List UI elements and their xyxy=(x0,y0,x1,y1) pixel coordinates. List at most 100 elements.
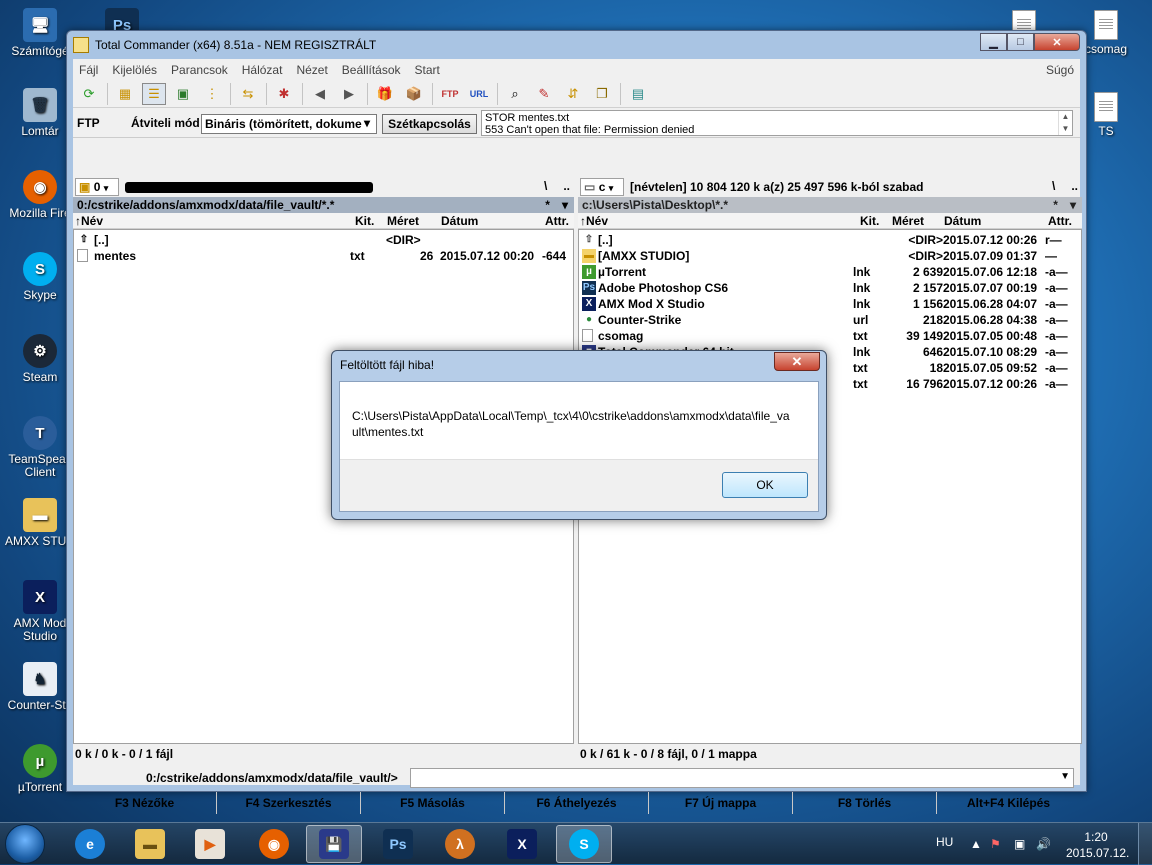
right-path-bar[interactable]: c:\Users\Pista\Desktop\*.* * ▾ xyxy=(578,197,1082,213)
col-date[interactable]: Dátum xyxy=(944,214,981,228)
language-indicator[interactable]: HU xyxy=(936,835,953,849)
f5-copy-button[interactable]: F5 Másolás xyxy=(361,792,505,814)
tree-view-icon[interactable]: ⋮ xyxy=(200,83,224,105)
root-button[interactable]: \ xyxy=(1052,179,1055,193)
history-dropdown-icon[interactable]: ▾ xyxy=(1070,198,1076,212)
left-drive-select[interactable]: ▣ 0 ▾ xyxy=(75,178,119,196)
col-attr[interactable]: Attr. xyxy=(1048,214,1072,228)
log-scrollbar[interactable]: ▲ ▼ xyxy=(1058,111,1072,135)
multi-rename-icon[interactable]: ✎ xyxy=(532,83,556,105)
minimize-button[interactable]: ▁ xyxy=(980,33,1007,51)
ftp-log[interactable]: STOR mentes.txt 553 Can't open that file… xyxy=(481,110,1073,136)
notepad-icon[interactable]: ▤ xyxy=(626,83,650,105)
list-item[interactable]: µ µTorrent lnk 2 639 2015.07.06 12:18 -a— xyxy=(579,264,1081,280)
f3-view-button[interactable]: F3 Nézőke xyxy=(73,792,217,814)
list-item[interactable]: ⇧ [..] <DIR> xyxy=(74,232,573,248)
network-icon[interactable]: ▣ xyxy=(1014,837,1025,851)
menu-select[interactable]: Kijelölés xyxy=(112,63,157,77)
taskbar-photoshop[interactable]: Ps xyxy=(370,825,426,863)
file-name: [AMXX STUDIO] xyxy=(598,249,690,263)
close-button[interactable]: ✕ xyxy=(1034,33,1080,51)
invert-selection-icon[interactable]: ⇆ xyxy=(236,83,260,105)
f8-delete-button[interactable]: F8 Törlés xyxy=(793,792,937,814)
col-date[interactable]: Dátum xyxy=(441,214,478,228)
refresh-icon[interactable]: ⟳ xyxy=(77,83,101,105)
file-date: 2015.06.28 04:07 xyxy=(943,297,1038,311)
menu-commands[interactable]: Parancsok xyxy=(171,63,228,77)
url-connect-icon[interactable]: URL xyxy=(467,83,491,105)
action-center-flag-icon[interactable]: ⚑ xyxy=(990,837,1001,851)
left-path-bar[interactable]: 0:/cstrike/addons/amxmodx/data/file_vaul… xyxy=(73,197,574,213)
find-binoculars-icon[interactable]: ⌕ xyxy=(503,83,527,105)
file-size: <DIR> xyxy=(908,249,943,263)
menu-start[interactable]: Start xyxy=(415,63,440,77)
disconnect-button[interactable]: Szétkapcsolás xyxy=(382,114,477,134)
col-ext[interactable]: Kit. xyxy=(355,214,374,228)
file-ext: txt xyxy=(350,249,365,263)
list-item[interactable]: ▬ [AMXX STUDIO] <DIR> 2015.07.09 01:37 — xyxy=(579,248,1081,264)
taskbar-media-player[interactable]: ▶ xyxy=(182,825,238,863)
history-dropdown-icon[interactable]: ▾ xyxy=(562,198,568,212)
parent-button[interactable]: .. xyxy=(563,179,570,193)
col-name[interactable]: ↑Név xyxy=(580,214,608,228)
title-bar[interactable]: Total Commander (x64) 8.51a - NEM REGISZ… xyxy=(67,31,1086,59)
transfer-mode-select[interactable]: Bináris (tömörített, dokume ▾ xyxy=(201,114,377,134)
ok-button[interactable]: OK xyxy=(722,472,808,498)
right-drive-label: c xyxy=(598,180,606,194)
taskbar-total-commander[interactable]: 💾 xyxy=(306,825,362,863)
list-item[interactable]: Ps Adobe Photoshop CS6 lnk 2 157 2015.07.07 … xyxy=(579,280,1081,296)
taskbar-explorer[interactable]: ▬ xyxy=(122,825,178,863)
pack-icon[interactable]: 🎁 xyxy=(373,83,397,105)
list-item[interactable]: csomag txt 39 149 2015.07.05 00:48 -a— xyxy=(579,328,1081,344)
f7-newfolder-button[interactable]: F7 Új mappa xyxy=(649,792,793,814)
taskbar-amx-studio[interactable]: X xyxy=(494,825,550,863)
col-attr[interactable]: Attr. xyxy=(545,214,569,228)
menu-help[interactable]: Súgó xyxy=(1046,63,1074,77)
col-size[interactable]: Méret xyxy=(892,214,924,228)
show-desktop-button[interactable] xyxy=(1138,823,1152,865)
maximize-button[interactable]: □ xyxy=(1007,33,1034,51)
list-item[interactable]: X AMX Mod X Studio lnk 1 156 2015.06.28 04:0… xyxy=(579,296,1081,312)
menu-network[interactable]: Hálózat xyxy=(242,63,283,77)
unpack-icon[interactable]: 📦 xyxy=(402,83,426,105)
altf4-exit-button[interactable]: Alt+F4 Kilépés xyxy=(937,792,1080,814)
brief-view-icon[interactable]: ▦ xyxy=(113,83,137,105)
col-ext[interactable]: Kit. xyxy=(860,214,879,228)
list-item[interactable]: ● Counter-Strike url 218 2015.06.28 04:38 -a— xyxy=(579,312,1081,328)
volume-icon[interactable]: 🔊 xyxy=(1036,837,1051,851)
col-name[interactable]: ↑Név xyxy=(75,214,103,228)
thumbnail-view-icon[interactable]: ▣ xyxy=(171,83,195,105)
command-input[interactable]: ▼ xyxy=(410,768,1074,788)
taskbar-ie[interactable]: e xyxy=(62,825,118,863)
file-attr: -a— xyxy=(1045,345,1068,359)
forward-arrow-icon[interactable]: ▶ xyxy=(337,83,361,105)
dialog-close-button[interactable]: ✕ xyxy=(774,352,820,371)
menu-settings[interactable]: Beállítások xyxy=(342,63,401,77)
computer-icon: 🖥 xyxy=(23,8,57,42)
taskbar-firefox[interactable]: ◉ xyxy=(246,825,302,863)
sync-dirs-icon[interactable]: ⇵ xyxy=(561,83,585,105)
ftp-connect-icon[interactable]: FTP xyxy=(438,83,462,105)
f4-edit-button[interactable]: F4 Szerkesztés xyxy=(217,792,361,814)
clock[interactable]: 1:20 2015.07.12. xyxy=(1066,829,1129,861)
full-view-icon[interactable]: ☰ xyxy=(142,82,166,105)
filter-star-icon[interactable]: * xyxy=(1053,198,1058,212)
parent-button[interactable]: .. xyxy=(1071,179,1078,193)
taskbar-half-life[interactable]: λ xyxy=(432,825,488,863)
taskbar-skype[interactable]: S xyxy=(556,825,612,863)
right-drive-select[interactable]: ▭ c ▾ xyxy=(580,178,624,196)
menu-file[interactable]: Fájl xyxy=(79,63,98,77)
root-button[interactable]: \ xyxy=(544,179,547,193)
f6-move-button[interactable]: F6 Áthelyezés xyxy=(505,792,649,814)
list-item[interactable]: mentes txt 26 2015.07.12 00:20 -644 xyxy=(74,248,573,264)
show-hidden-icons-icon[interactable]: ▲ xyxy=(970,837,982,851)
menu-view[interactable]: Nézet xyxy=(296,63,327,77)
select-all-icon[interactable]: ✱ xyxy=(272,83,296,105)
compare-icon[interactable]: ❐ xyxy=(590,83,614,105)
list-item[interactable]: ⇧ [..] <DIR> 2015.07.12 00:26 r— xyxy=(579,232,1081,248)
back-arrow-icon[interactable]: ◀ xyxy=(308,83,332,105)
chevron-down-icon: ▾ xyxy=(608,183,614,193)
start-button[interactable] xyxy=(5,824,45,864)
col-size[interactable]: Méret xyxy=(387,214,419,228)
filter-star-icon[interactable]: * xyxy=(545,198,550,212)
